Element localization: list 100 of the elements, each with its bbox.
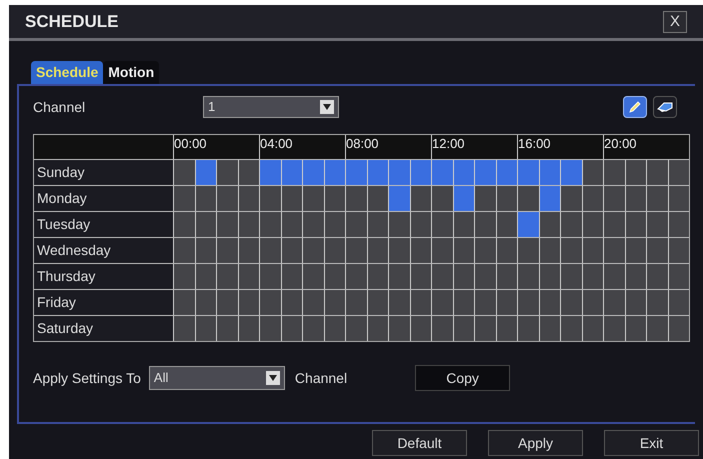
schedule-cell[interactable]: [345, 290, 366, 315]
schedule-cell[interactable]: [496, 316, 517, 341]
schedule-cell[interactable]: [603, 316, 624, 341]
schedule-cell[interactable]: [366, 160, 388, 185]
schedule-cell[interactable]: [388, 160, 410, 185]
schedule-cell[interactable]: [538, 264, 560, 289]
schedule-cell[interactable]: [216, 186, 238, 211]
schedule-cell[interactable]: [280, 212, 302, 237]
schedule-cell[interactable]: [668, 238, 689, 263]
schedule-cell[interactable]: [517, 160, 538, 185]
schedule-cell[interactable]: [668, 212, 689, 237]
schedule-cell[interactable]: [173, 212, 194, 237]
schedule-cell[interactable]: [538, 238, 560, 263]
schedule-cell[interactable]: [324, 264, 345, 289]
schedule-cell[interactable]: [538, 160, 560, 185]
schedule-cell[interactable]: [302, 160, 324, 185]
schedule-cell[interactable]: [410, 186, 431, 211]
schedule-cell[interactable]: [280, 290, 302, 315]
dialog-button[interactable]: Apply: [488, 430, 583, 456]
schedule-cell[interactable]: [646, 186, 668, 211]
schedule-cell[interactable]: [366, 264, 388, 289]
schedule-cell[interactable]: [646, 290, 668, 315]
schedule-cell[interactable]: [582, 290, 603, 315]
schedule-cell[interactable]: [388, 212, 410, 237]
schedule-cell[interactable]: [431, 316, 452, 341]
schedule-cell[interactable]: [517, 186, 538, 211]
schedule-cell[interactable]: [668, 264, 689, 289]
schedule-cell[interactable]: [324, 316, 345, 341]
schedule-cell[interactable]: [324, 212, 345, 237]
schedule-cell[interactable]: [194, 290, 216, 315]
schedule-cell[interactable]: [452, 160, 474, 185]
schedule-cell[interactable]: [410, 290, 431, 315]
schedule-cell[interactable]: [238, 160, 259, 185]
schedule-cell[interactable]: [582, 238, 603, 263]
dialog-button[interactable]: Default: [372, 430, 467, 456]
schedule-cell[interactable]: [366, 186, 388, 211]
schedule-cell[interactable]: [238, 212, 259, 237]
schedule-cell[interactable]: [194, 238, 216, 263]
schedule-cell[interactable]: [624, 238, 646, 263]
schedule-cell[interactable]: [496, 160, 517, 185]
schedule-cell[interactable]: [302, 238, 324, 263]
schedule-cell[interactable]: [496, 212, 517, 237]
schedule-cell[interactable]: [517, 238, 538, 263]
schedule-cell[interactable]: [345, 160, 366, 185]
schedule-cell[interactable]: [173, 186, 194, 211]
schedule-cell[interactable]: [582, 160, 603, 185]
schedule-cell[interactable]: [624, 186, 646, 211]
tab[interactable]: Motion: [103, 61, 160, 84]
schedule-cell[interactable]: [280, 264, 302, 289]
schedule-cell[interactable]: [216, 316, 238, 341]
schedule-cell[interactable]: [194, 316, 216, 341]
schedule-cell[interactable]: [452, 238, 474, 263]
schedule-cell[interactable]: [538, 290, 560, 315]
schedule-cell[interactable]: [474, 316, 496, 341]
schedule-cell[interactable]: [238, 316, 259, 341]
schedule-cell[interactable]: [410, 316, 431, 341]
schedule-cell[interactable]: [452, 290, 474, 315]
schedule-cell[interactable]: [259, 186, 280, 211]
schedule-cell[interactable]: [324, 186, 345, 211]
schedule-cell[interactable]: [646, 238, 668, 263]
schedule-cell[interactable]: [259, 212, 280, 237]
schedule-cell[interactable]: [259, 238, 280, 263]
schedule-cell[interactable]: [431, 264, 452, 289]
schedule-cell[interactable]: [560, 316, 582, 341]
schedule-cell[interactable]: [603, 290, 624, 315]
schedule-cell[interactable]: [324, 160, 345, 185]
schedule-cell[interactable]: [496, 238, 517, 263]
tab[interactable]: Schedule: [31, 61, 104, 84]
schedule-cell[interactable]: [646, 160, 668, 185]
schedule-cell[interactable]: [238, 264, 259, 289]
schedule-cell[interactable]: [603, 212, 624, 237]
schedule-cell[interactable]: [474, 264, 496, 289]
schedule-cell[interactable]: [216, 290, 238, 315]
schedule-cell[interactable]: [302, 212, 324, 237]
schedule-cell[interactable]: [431, 186, 452, 211]
schedule-cell[interactable]: [259, 316, 280, 341]
schedule-cell[interactable]: [216, 212, 238, 237]
schedule-cell[interactable]: [582, 264, 603, 289]
schedule-cell[interactable]: [474, 238, 496, 263]
schedule-cell[interactable]: [216, 264, 238, 289]
schedule-cell[interactable]: [388, 238, 410, 263]
schedule-cell[interactable]: [388, 290, 410, 315]
schedule-cell[interactable]: [624, 160, 646, 185]
schedule-cell[interactable]: [517, 316, 538, 341]
schedule-cell[interactable]: [624, 264, 646, 289]
schedule-cell[interactable]: [366, 290, 388, 315]
schedule-cell[interactable]: [280, 238, 302, 263]
copy-button[interactable]: Copy: [415, 365, 510, 391]
schedule-cell[interactable]: [280, 160, 302, 185]
schedule-cell[interactable]: [302, 264, 324, 289]
schedule-cell[interactable]: [431, 212, 452, 237]
schedule-cell[interactable]: [410, 238, 431, 263]
schedule-cell[interactable]: [624, 316, 646, 341]
schedule-cell[interactable]: [646, 212, 668, 237]
schedule-cell[interactable]: [259, 160, 280, 185]
schedule-cell[interactable]: [173, 264, 194, 289]
schedule-cell[interactable]: [194, 186, 216, 211]
schedule-cell[interactable]: [560, 212, 582, 237]
schedule-cell[interactable]: [238, 290, 259, 315]
schedule-cell[interactable]: [582, 316, 603, 341]
